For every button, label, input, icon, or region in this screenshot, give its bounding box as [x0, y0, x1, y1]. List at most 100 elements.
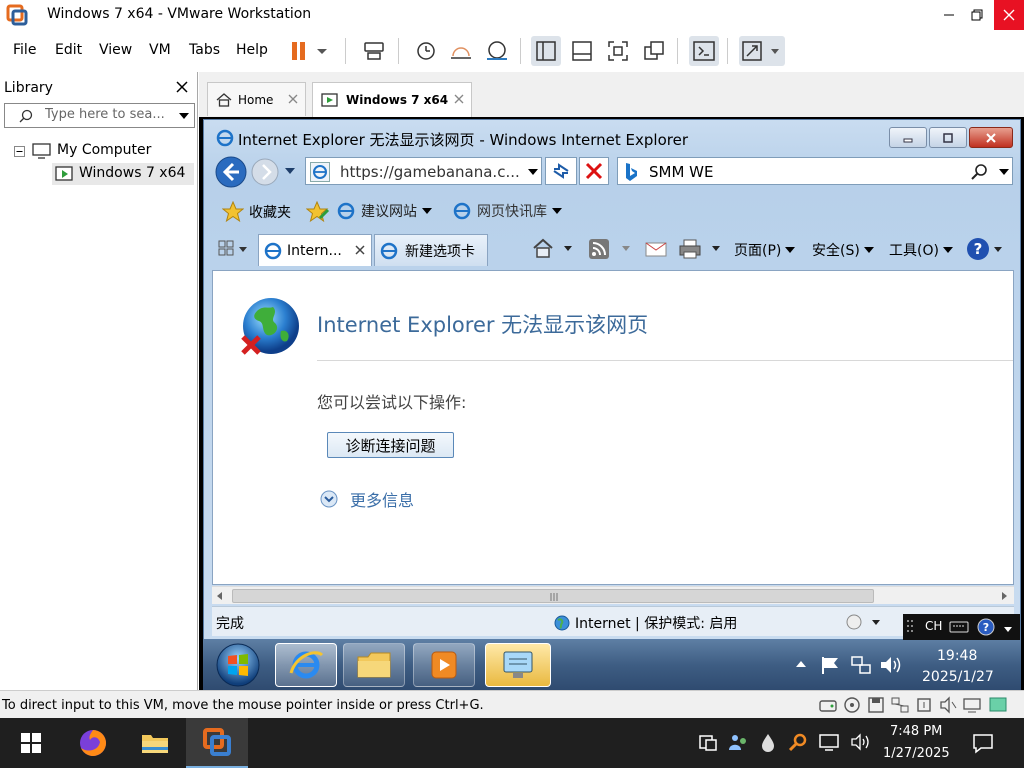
- search-options-dropdown-icon[interactable]: [999, 169, 1009, 176]
- search-go-icon[interactable]: [970, 163, 988, 181]
- menu-file[interactable]: File: [13, 42, 36, 58]
- sound-card-icon[interactable]: [938, 696, 958, 714]
- tab-windows7-close-icon[interactable]: [454, 94, 464, 104]
- search-box[interactable]: SMM WE: [617, 157, 1013, 185]
- taskbar-control-panel-button[interactable]: [485, 643, 551, 687]
- tree-collapse-icon[interactable]: [14, 146, 25, 157]
- recent-pages-dropdown-icon[interactable]: [284, 167, 296, 175]
- send-ctrl-alt-del-icon[interactable]: [359, 36, 389, 66]
- langbar-help-icon[interactable]: ?: [977, 618, 995, 636]
- volume-icon[interactable]: [879, 655, 903, 675]
- library-search-box[interactable]: [4, 103, 195, 128]
- host-clock-time[interactable]: 7:48 PM: [890, 724, 942, 739]
- ie-window[interactable]: Internet Explorer 无法显示该网页 - Windows Inte…: [203, 119, 1021, 640]
- revert-snapshot-icon[interactable]: [446, 36, 476, 66]
- floppy-icon[interactable]: [866, 696, 886, 714]
- home-page-icon[interactable]: [532, 238, 578, 260]
- taskbar-vmware-button[interactable]: [186, 718, 248, 768]
- add-to-favorites-bar-icon[interactable]: [306, 201, 330, 223]
- langbar-options-icon[interactable]: [1003, 626, 1013, 634]
- usb-icon[interactable]: [914, 696, 934, 714]
- network-icon[interactable]: [850, 655, 872, 675]
- menu-edit[interactable]: Edit: [55, 42, 82, 58]
- host-clock-date[interactable]: 1/27/2025: [883, 746, 950, 761]
- tools-menu-button[interactable]: 工具(O): [889, 240, 953, 260]
- menu-vm[interactable]: VM: [149, 42, 171, 58]
- close-button[interactable]: [994, 0, 1024, 30]
- tab-home[interactable]: Home: [207, 82, 306, 116]
- language-bar[interactable]: CH ?: [903, 614, 1020, 640]
- message-log-icon[interactable]: [986, 696, 1010, 714]
- taskbar-file-explorer-button[interactable]: [124, 718, 186, 768]
- tree-item-my-computer[interactable]: My Computer: [57, 142, 151, 158]
- taskbar-ie-button[interactable]: [275, 643, 337, 687]
- taskbar-firefox-button[interactable]: [62, 718, 124, 768]
- tab-windows7[interactable]: Windows 7 x64: [312, 82, 472, 117]
- ie-close-button[interactable]: [969, 127, 1013, 148]
- taskbar-media-player-button[interactable]: [413, 643, 475, 687]
- hard-disk-icon[interactable]: [818, 696, 838, 714]
- feeds-icon[interactable]: [588, 238, 636, 260]
- guest-clock-time[interactable]: 19:48: [937, 648, 977, 664]
- ie-content-area[interactable]: Internet Explorer 无法显示该网页 您可以尝试以下操作: 诊断连…: [212, 270, 1014, 585]
- search-dropdown-icon[interactable]: [178, 112, 190, 120]
- suspend-dropdown-button[interactable]: [288, 36, 334, 66]
- suggested-sites-button[interactable]: 建议网站: [336, 201, 432, 221]
- back-button[interactable]: [214, 155, 248, 189]
- tray-device-icon[interactable]: [698, 732, 718, 752]
- console-view-icon[interactable]: [689, 36, 719, 66]
- scroll-thumb[interactable]: [232, 589, 874, 603]
- tray-search-tool-icon[interactable]: [788, 732, 808, 752]
- menu-tabs[interactable]: Tabs: [189, 42, 220, 58]
- safety-menu-button[interactable]: 安全(S): [812, 240, 874, 260]
- tray-drop-icon[interactable]: [758, 732, 778, 752]
- stop-icon[interactable]: [579, 157, 609, 185]
- guest-clock-date[interactable]: 2025/1/27: [922, 669, 994, 685]
- address-dropdown-icon[interactable]: [528, 169, 538, 176]
- address-bar[interactable]: https://gamebanana.c...: [305, 157, 542, 185]
- tab-home-close-icon[interactable]: [288, 94, 298, 104]
- action-center-flag-icon[interactable]: [820, 655, 842, 675]
- favorites-button[interactable]: 收藏夹: [222, 201, 291, 223]
- library-search-input[interactable]: [45, 107, 165, 122]
- thumbnail-bar-icon[interactable]: [567, 36, 597, 66]
- tray-volume-icon[interactable]: [850, 732, 872, 752]
- ie-tab-current[interactable]: Intern...: [258, 234, 372, 266]
- network-adapter-icon[interactable]: [890, 696, 910, 714]
- menu-view[interactable]: View: [99, 42, 132, 58]
- zoom-dropdown-icon[interactable]: [844, 613, 884, 631]
- scroll-left-icon[interactable]: [216, 592, 224, 600]
- taskbar-explorer-button[interactable]: [343, 643, 405, 687]
- show-hidden-icons[interactable]: [795, 660, 807, 668]
- print-icon[interactable]: [678, 238, 726, 260]
- snapshot-icon[interactable]: [410, 36, 440, 66]
- ie-minimize-button[interactable]: [889, 127, 927, 148]
- diagnose-button[interactable]: 诊断连接问题: [327, 432, 454, 458]
- snapshot-manager-icon[interactable]: [482, 36, 512, 66]
- display-icon[interactable]: [962, 696, 982, 714]
- tray-people-icon[interactable]: [728, 732, 748, 752]
- tree-item-windows7-selected[interactable]: Windows 7 x64: [52, 163, 194, 185]
- quick-tabs-icon[interactable]: [218, 240, 248, 258]
- stretch-guest-dropdown-icon[interactable]: [739, 36, 785, 66]
- notification-icon[interactable]: [972, 732, 994, 754]
- scroll-right-icon[interactable]: [1000, 592, 1008, 600]
- more-info-toggle[interactable]: 更多信息: [320, 487, 414, 511]
- ie-tab-close-icon[interactable]: [355, 245, 365, 255]
- language-indicator[interactable]: CH: [925, 619, 942, 633]
- unity-icon[interactable]: [639, 36, 669, 66]
- web-slice-gallery-button[interactable]: 网页快讯库: [452, 201, 562, 221]
- ie-maximize-button[interactable]: [929, 127, 967, 148]
- win7-start-button[interactable]: [215, 642, 261, 688]
- help-icon[interactable]: ?: [966, 237, 1006, 261]
- forward-button[interactable]: [250, 157, 280, 187]
- page-menu-button[interactable]: 页面(P): [734, 240, 796, 260]
- compatibility-view-icon[interactable]: [545, 157, 577, 185]
- tray-network-icon[interactable]: [818, 732, 840, 752]
- full-screen-icon[interactable]: [603, 36, 633, 66]
- windows-start-button[interactable]: [0, 718, 62, 768]
- show-library-icon[interactable]: [531, 36, 561, 66]
- read-mail-icon[interactable]: [644, 238, 668, 260]
- menu-help[interactable]: Help: [236, 42, 268, 58]
- horizontal-scrollbar[interactable]: [212, 586, 1014, 604]
